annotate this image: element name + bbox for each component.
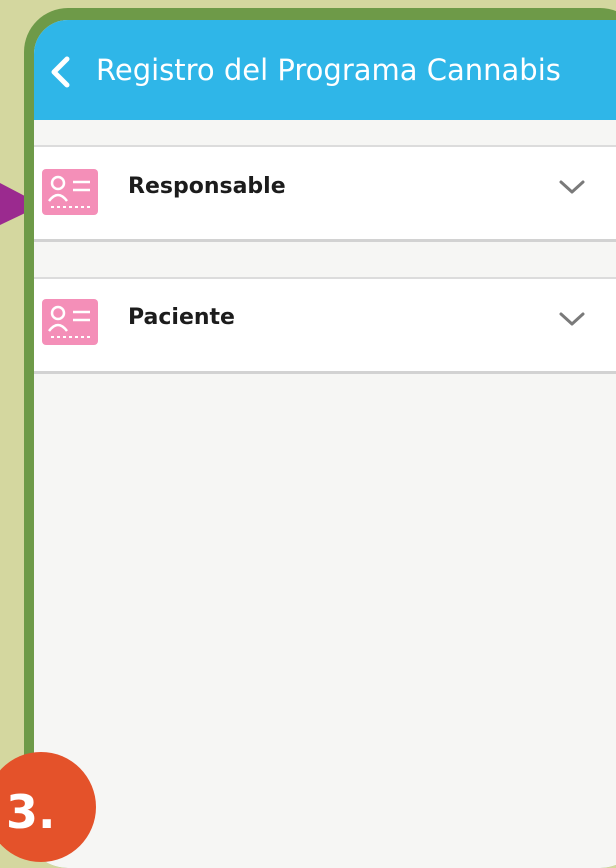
section-paciente[interactable]: Paciente xyxy=(34,277,616,374)
app-bar: Registro del Programa Cannabis xyxy=(34,20,616,120)
expand-toggle[interactable] xyxy=(552,167,592,207)
section-label: Paciente xyxy=(128,305,235,330)
section-label: Responsable xyxy=(128,174,286,199)
back-button[interactable] xyxy=(38,50,82,94)
chevron-down-icon xyxy=(559,180,585,194)
id-card-icon xyxy=(42,169,98,215)
section-responsable[interactable]: Responsable xyxy=(34,145,616,242)
chevron-left-icon xyxy=(51,56,70,88)
phone-frame: Registro del Programa Cannabis Responsab… xyxy=(24,8,616,868)
chevron-down-icon xyxy=(559,312,585,326)
step-number: 3. xyxy=(6,785,56,839)
expand-toggle[interactable] xyxy=(552,299,592,339)
app-screen: Registro del Programa Cannabis Responsab… xyxy=(34,20,616,868)
id-card-icon xyxy=(42,299,98,345)
page-title: Registro del Programa Cannabis xyxy=(96,53,561,87)
